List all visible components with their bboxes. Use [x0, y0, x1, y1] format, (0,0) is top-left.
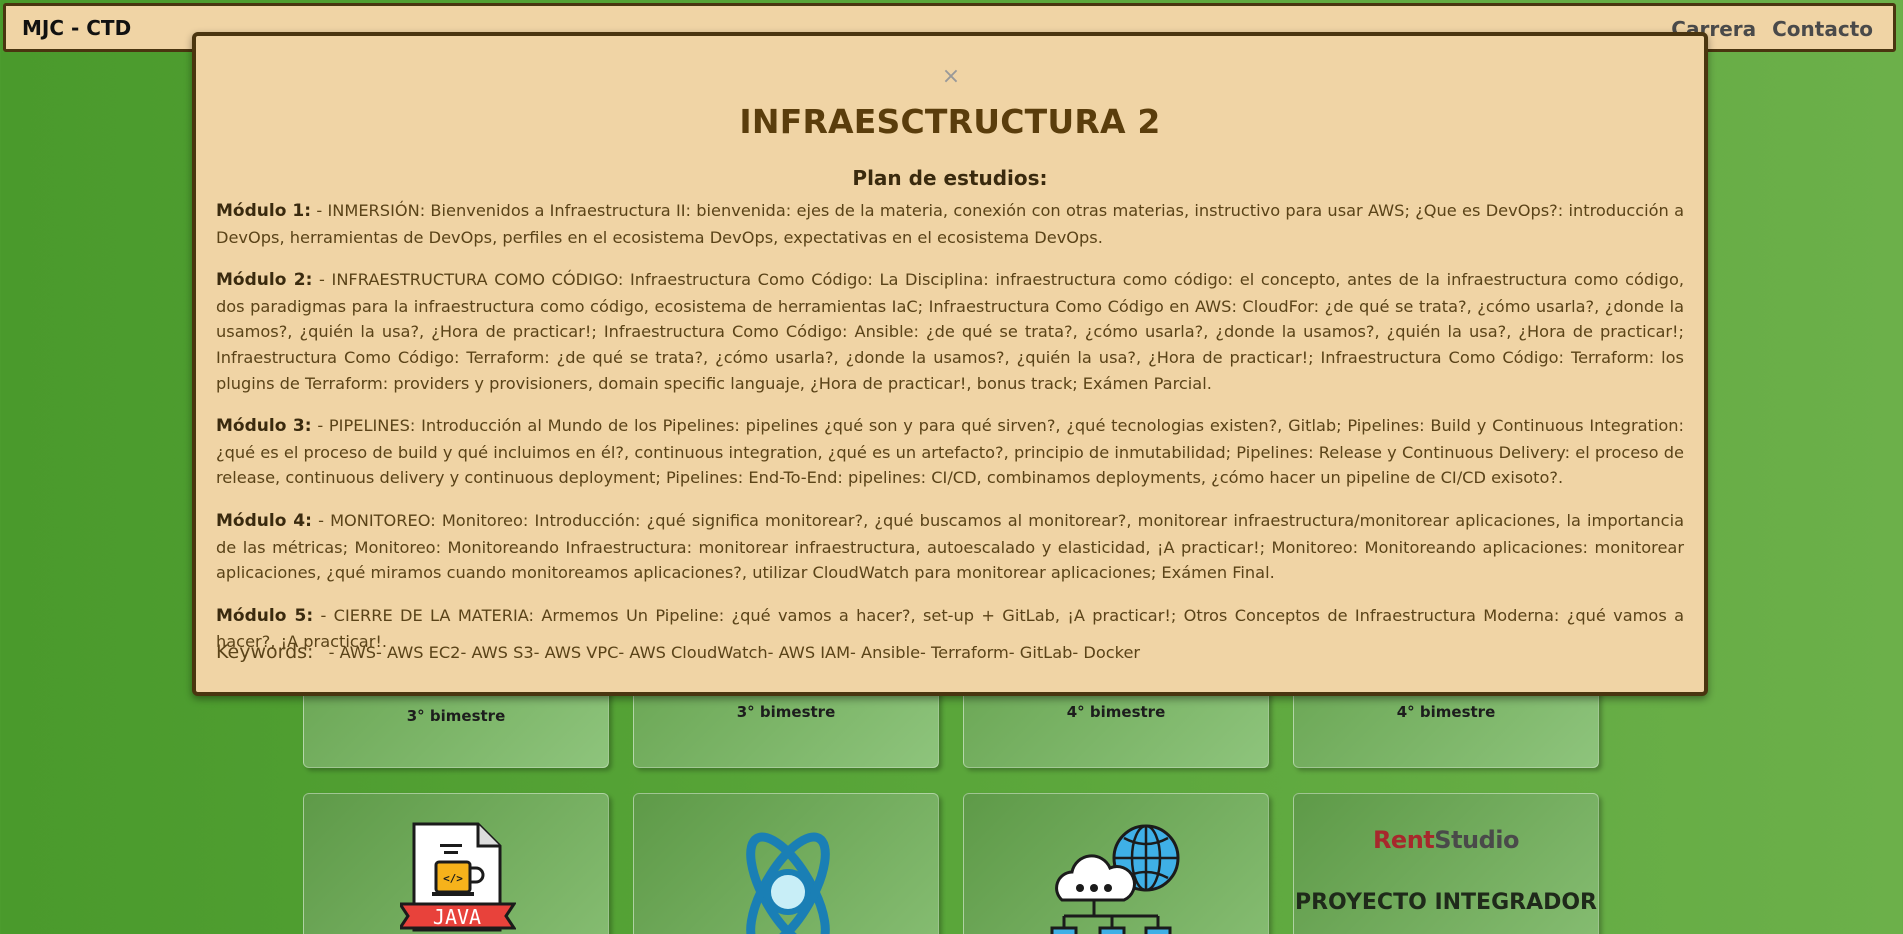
cloud-network-icon: [1050, 824, 1180, 934]
module-label: Módulo 3:: [216, 416, 312, 437]
course-card-cloud[interactable]: [963, 793, 1269, 934]
java-label: JAVA: [433, 905, 481, 929]
close-icon[interactable]: ×: [940, 66, 962, 88]
modal-title: INFRAESCTRUCTURA 2: [739, 102, 1161, 141]
module-item: Módulo 3: - PIPELINES: Introducción al M…: [216, 413, 1684, 491]
module-text: - MONITOREO: Monitoreo: Introducción: ¿q…: [216, 510, 1685, 583]
modules-list: Módulo 1: - INMERSIÓN: Bienvenidos a Inf…: [216, 198, 1684, 672]
card-term: 3° bimestre: [736, 703, 836, 721]
module-label: Módulo 5:: [216, 605, 314, 626]
module-item: Módulo 4: - MONITOREO: Monitoreo: Introd…: [216, 508, 1684, 586]
module-label: Módulo 4:: [216, 510, 312, 531]
keywords-label: Keywords:: [216, 641, 314, 663]
card-term: 4° bimestre: [1066, 703, 1166, 721]
java-icon: </> JAVA: [400, 822, 516, 932]
module-label: Módulo 2:: [216, 270, 313, 291]
module-item: Módulo 1: - INMERSIÓN: Bienvenidos a Inf…: [216, 198, 1684, 250]
module-text: - PIPELINES: Introducción al Mundo de lo…: [216, 416, 1684, 488]
module-label: Módulo 1:: [216, 201, 312, 221]
module-item: Módulo 2: - INFRAESTRUCTURA COMO CÓDIGO:…: [216, 267, 1684, 396]
nav-link-contacto[interactable]: Contacto: [1772, 17, 1873, 41]
module-text: - INFRAESTRUCTURA COMO CÓDIGO: Infraestr…: [216, 270, 1684, 393]
keywords-list: - AWS- AWS EC2- AWS S3- AWS VPC- AWS Clo…: [323, 643, 1141, 662]
card-title: PROYECTO INTEGRADOR: [1294, 890, 1598, 915]
card-term: 3° bimestre: [406, 707, 506, 725]
course-card-java[interactable]: </> JAVA: [303, 793, 609, 934]
course-modal: × INFRAESCTRUCTURA 2 Plan de estudios: M…: [192, 32, 1708, 696]
card-term: 4° bimestre: [1396, 703, 1496, 721]
course-card-react[interactable]: [633, 793, 939, 934]
rentstudio-logo: RentStudio: [1372, 826, 1520, 854]
module-text: - INMERSIÓN: Bienvenidos a Infraestructu…: [216, 201, 1684, 247]
plan-heading: Plan de estudios:: [852, 166, 1048, 190]
svg-text:</>: </>: [443, 872, 463, 885]
react-atom-icon: [746, 832, 830, 934]
course-card-proyecto[interactable]: RentStudio PROYECTO INTEGRADOR: [1293, 793, 1599, 934]
keywords-row: Keywords: - AWS- AWS EC2- AWS S3- AWS VP…: [216, 641, 1140, 663]
brand-logo[interactable]: MJC - CTD: [22, 16, 131, 40]
